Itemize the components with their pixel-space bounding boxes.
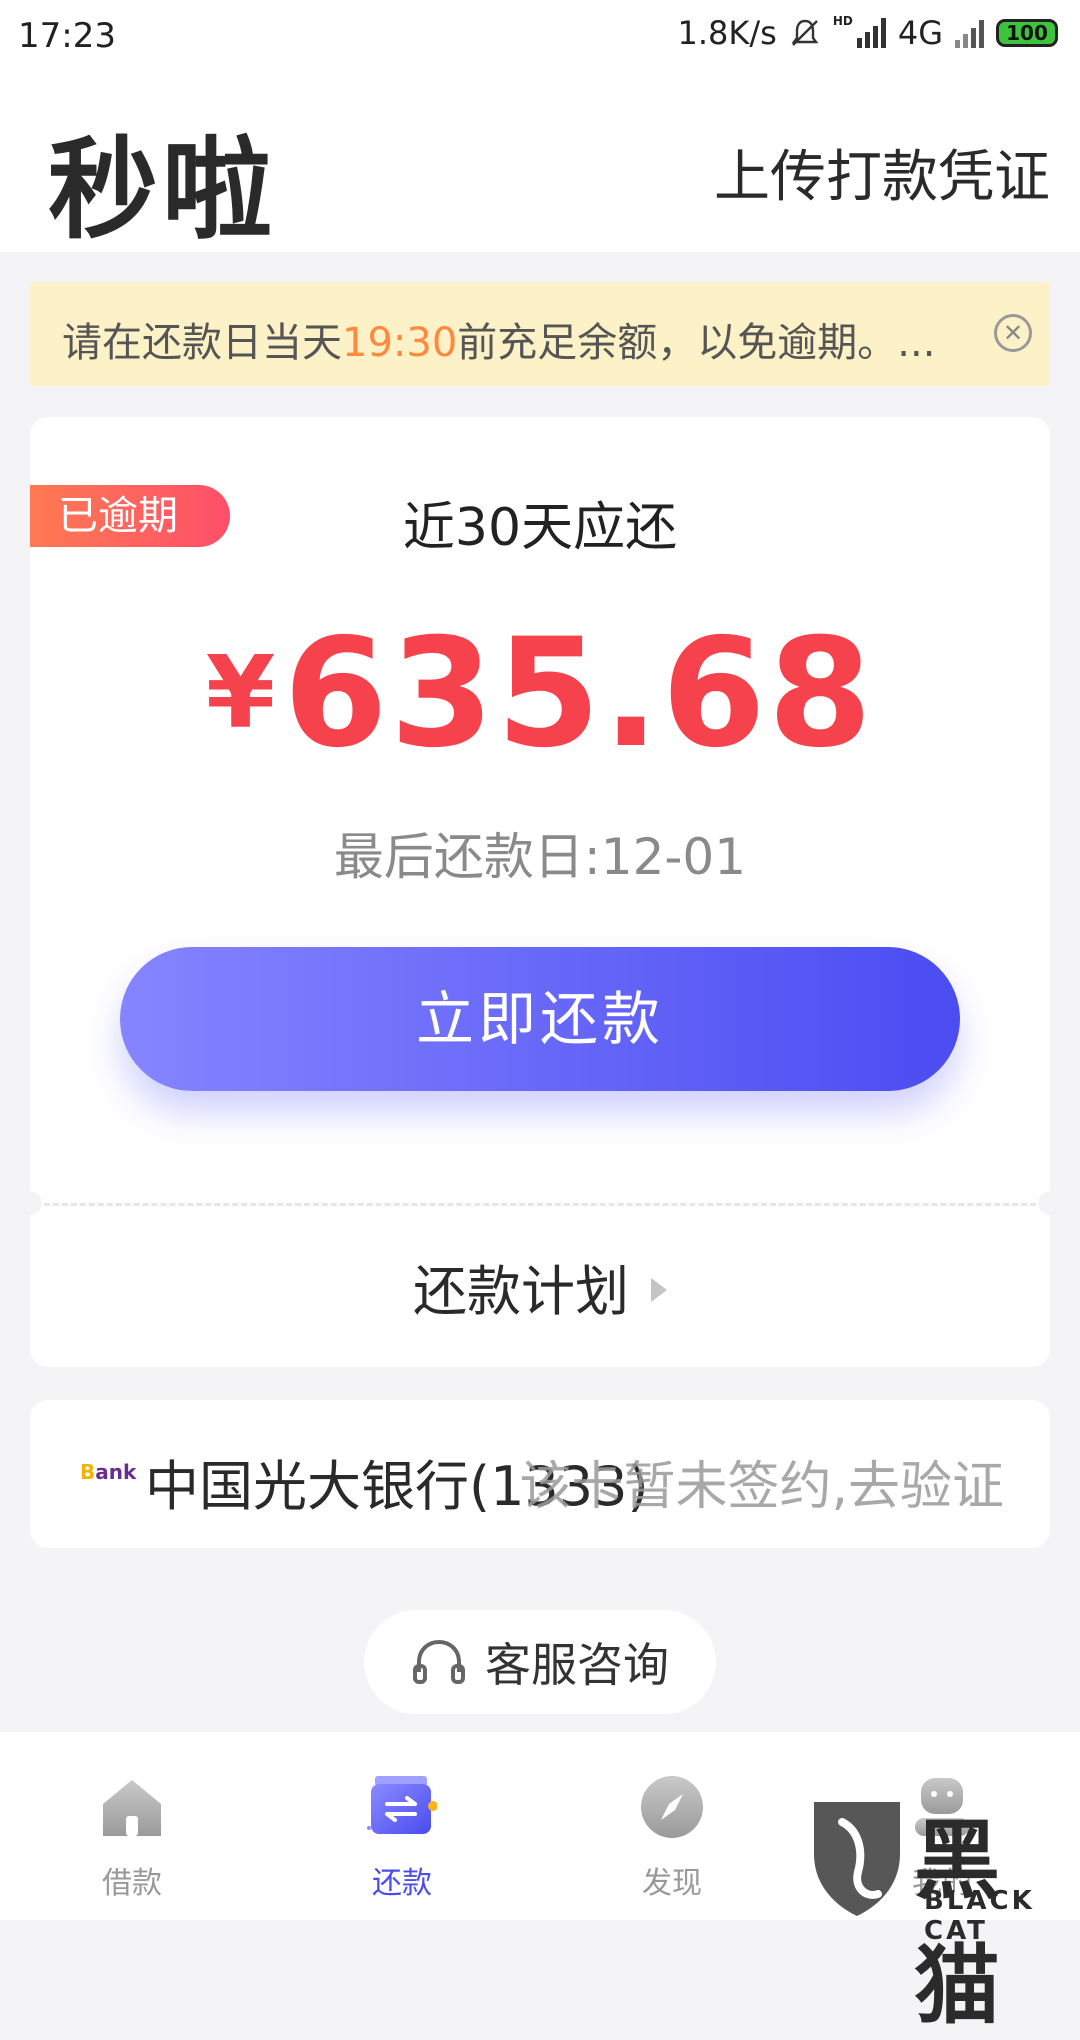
notice-text: 请在还款日当天19:30前充足余额，以免逾期。... (62, 320, 936, 366)
repayment-plan-link[interactable]: 还款计划 (30, 1247, 1050, 1326)
customer-service-button[interactable]: 客服咨询 (364, 1610, 716, 1714)
tab-repay[interactable]: 还款 (302, 1772, 502, 1902)
card-notch-right (1038, 1191, 1062, 1215)
net-speed: 1.8K/s (677, 14, 777, 52)
overdue-badge: 已逾期 (30, 485, 230, 547)
repay-icon (367, 1776, 438, 1834)
battery-icon: 100 (996, 19, 1058, 47)
upload-proof-link[interactable]: 上传打款凭证 (714, 132, 1050, 213)
app-title: 秒啦 (48, 126, 276, 254)
notice-banner: 请在还款日当天19:30前充足余额，以免逾期。... ✕ (30, 282, 1050, 386)
card-notch-left (18, 1191, 42, 1215)
status-bar: 17:23 1.8K/s HD 4G 100 (0, 0, 1080, 72)
tab-repay-label: 还款 (372, 1866, 432, 1901)
repayment-card: 近30天应还 已逾期 ¥635.68 最后还款日:12-01 立即还款 还款计划 (18, 417, 1062, 1367)
notice-highlight-time: 19:30 (342, 320, 458, 366)
dashed-divider (44, 1203, 1036, 1206)
tab-discover[interactable]: 发现 (572, 1772, 772, 1902)
blackcat-watermark: 黑猫 BLACK CAT (808, 1790, 1080, 2036)
status-time: 17:23 (18, 16, 116, 56)
tab-discover-label: 发现 (642, 1866, 702, 1901)
repayment-amount: ¥635.68 (30, 607, 1050, 781)
signal-icon-2 (955, 18, 984, 48)
hd-label: HD (832, 14, 853, 28)
headset-icon (413, 1639, 465, 1684)
bank-icon: Bank (80, 1460, 137, 1484)
amount-value: 635.68 (283, 607, 875, 781)
chevron-right-icon (651, 1278, 667, 1302)
home-icon (103, 1780, 161, 1836)
bank-verify-status[interactable]: 该卡暂未签约,去验证 (519, 1444, 1004, 1519)
close-icon[interactable]: ✕ (994, 314, 1032, 352)
app-header: 秒啦 上传打款凭证 (0, 72, 1080, 254)
due-date: 最后还款日:12-01 (333, 828, 747, 886)
battery-level: 100 (1006, 21, 1048, 45)
repay-now-button[interactable]: 立即还款 (120, 947, 960, 1091)
bank-card-row[interactable]: Bank 中国光大银行(1333) 该卡暂未签约,去验证 (30, 1400, 1050, 1548)
status-icons: 1.8K/s HD 4G 100 (677, 14, 1058, 52)
currency-symbol: ¥ (205, 634, 276, 751)
signal-icon (856, 18, 886, 48)
mute-bell-icon (791, 19, 819, 46)
cat-shield-icon (814, 1802, 900, 1916)
watermark-en: BLACK CAT (924, 1886, 1035, 1946)
tab-borrow-label: 借款 (102, 1866, 162, 1901)
tab-borrow[interactable]: 借款 (32, 1772, 232, 1902)
compass-icon (641, 1776, 703, 1838)
network-type: 4G (897, 14, 943, 52)
customer-service-label: 客服咨询 (485, 1638, 669, 1692)
repayment-plan-label: 还款计划 (413, 1260, 629, 1323)
